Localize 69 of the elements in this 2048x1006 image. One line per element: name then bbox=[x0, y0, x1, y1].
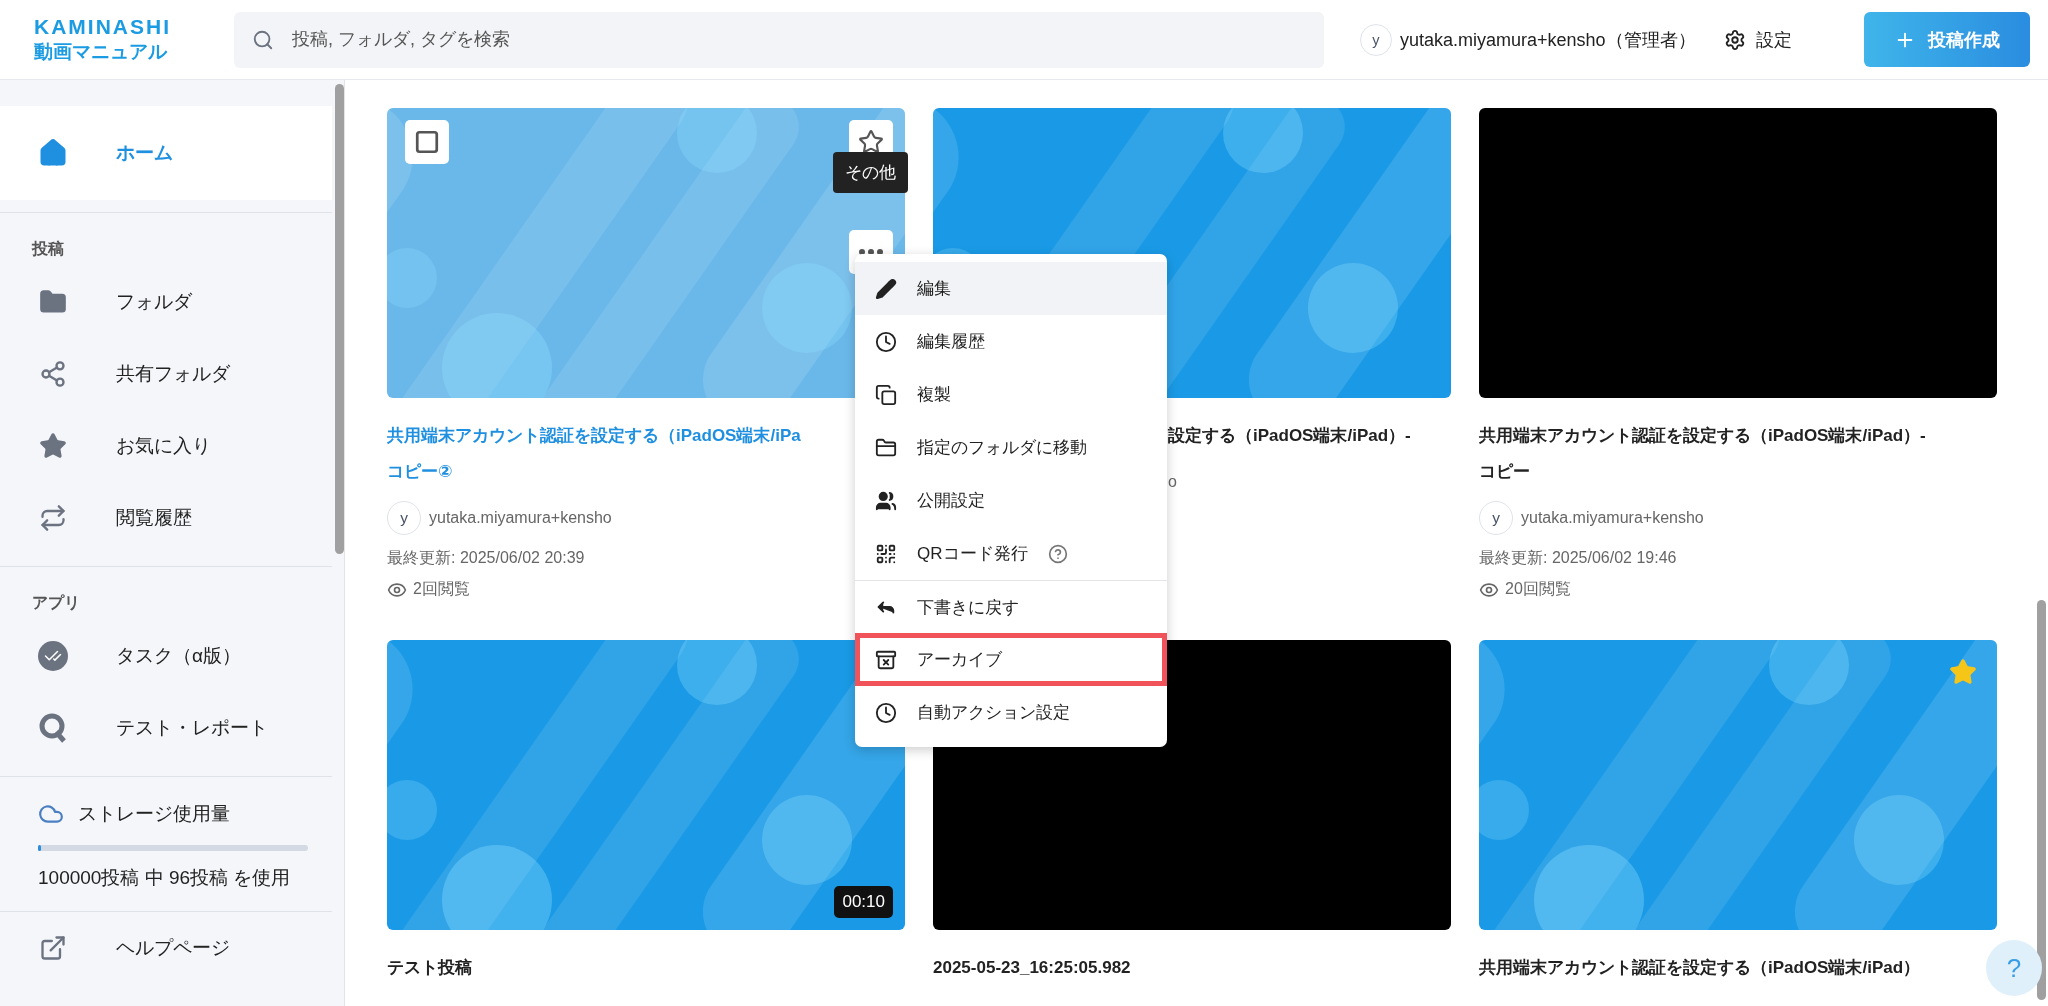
repeat-icon bbox=[39, 504, 67, 532]
post-title[interactable]: 設定する（iPadOS端末/iPad）- bbox=[1168, 418, 1411, 454]
select-checkbox[interactable] bbox=[405, 120, 449, 164]
video-duration: 00:10 bbox=[834, 886, 893, 918]
sidebar-item[interactable]: 閲覧履歴 bbox=[0, 482, 332, 554]
post-title[interactable]: 2025-05-23_16:25:05.982 bbox=[933, 950, 1131, 986]
help-icon[interactable] bbox=[1047, 543, 1068, 564]
storage-label: ストレージ使用量 bbox=[78, 802, 230, 826]
settings-icon bbox=[1723, 28, 1746, 51]
search-field[interactable]: 投稿, フォルダ, タグを検索 bbox=[234, 11, 1324, 68]
author-name: yutaka.miyamura+kensho bbox=[1521, 509, 1704, 527]
scrollbar[interactable] bbox=[2037, 600, 2046, 1000]
home-icon bbox=[38, 138, 68, 168]
external-link-icon bbox=[39, 934, 67, 962]
star-icon bbox=[858, 129, 884, 155]
star-icon bbox=[39, 432, 67, 460]
menu-item[interactable]: 自動アクション設定 bbox=[855, 686, 1167, 739]
empty-square-icon bbox=[414, 129, 440, 155]
menu-item[interactable]: 公開設定 bbox=[855, 474, 1167, 527]
menu-item[interactable]: 編集 bbox=[855, 262, 1167, 315]
menu-item[interactable]: 複製 bbox=[855, 368, 1167, 421]
menu-item[interactable]: アーカイブ bbox=[855, 633, 1167, 686]
view-count-text: 2回閲覧 bbox=[413, 579, 470, 599]
search-input[interactable]: 投稿, フォルダ, タグを検索 bbox=[290, 28, 1306, 51]
pencil-icon bbox=[875, 277, 897, 300]
users-icon bbox=[875, 489, 897, 512]
double-check-icon bbox=[38, 641, 68, 671]
tooltip: その他 bbox=[833, 152, 908, 193]
storage-usage: 100000投稿 中 96投稿 を使用 bbox=[37, 866, 292, 890]
share-icon bbox=[39, 360, 67, 388]
section-title: アプリ bbox=[31, 593, 81, 613]
menu-item[interactable]: QRコード発行 bbox=[855, 527, 1167, 580]
menu-item[interactable]: 指定のフォルダに移動 bbox=[855, 421, 1167, 474]
logo-subtitle: 動画マニュアル bbox=[34, 39, 168, 64]
more-icon bbox=[859, 249, 883, 255]
scrollbar[interactable] bbox=[335, 84, 344, 554]
post-title[interactable]: コピー bbox=[1479, 454, 1530, 490]
author-avatar: y bbox=[1479, 501, 1513, 535]
qr-code-icon bbox=[875, 542, 897, 565]
user-avatar[interactable]: y bbox=[1360, 23, 1392, 56]
updated-date: 最終更新: 2025/06/02 20:39 bbox=[387, 548, 585, 568]
author-name: o bbox=[1168, 473, 1177, 491]
logo-title: KAMINASHI bbox=[34, 14, 172, 39]
view-count-text: 20回閲覧 bbox=[1505, 579, 1571, 599]
author-name: yutaka.miyamura+kensho bbox=[429, 509, 612, 527]
post-title[interactable]: テスト投稿 bbox=[387, 950, 472, 986]
clock-icon bbox=[875, 330, 897, 353]
folder-icon bbox=[39, 288, 67, 316]
post-title[interactable]: 共用端末アカウント認証を設定する（iPadOS端末/iPad） bbox=[1479, 950, 1921, 986]
clock-icon bbox=[875, 701, 897, 724]
sidebar-item[interactable]: タスク（α版） bbox=[0, 620, 332, 692]
author-avatar: y bbox=[387, 501, 421, 535]
sidebar-item[interactable]: 共有フォルダ bbox=[0, 338, 332, 410]
q-letter-icon bbox=[39, 713, 67, 743]
menu-item[interactable]: 編集履歴 bbox=[855, 315, 1167, 368]
post-title[interactable]: 共用端末アカウント認証を設定する（iPadOS端末/iPad）- bbox=[1479, 418, 1926, 454]
archive-icon bbox=[875, 648, 897, 671]
settings-button[interactable]: 設定 bbox=[1717, 26, 1798, 53]
section-title: 投稿 bbox=[30, 239, 65, 259]
sidebar-item[interactable]: テスト・レポート bbox=[0, 692, 332, 764]
copy-icon bbox=[875, 383, 897, 406]
folder-icon bbox=[875, 436, 897, 459]
sidebar-item[interactable]: お気に入り bbox=[0, 410, 332, 482]
updated-date: 最終更新: 2025/06/02 19:46 bbox=[1479, 548, 1677, 568]
help-page-link[interactable]: ヘルプページ bbox=[0, 912, 332, 984]
sidebar-item[interactable]: フォルダ bbox=[0, 266, 332, 338]
search-icon bbox=[252, 28, 274, 51]
menu-item[interactable]: 下書きに戻す bbox=[855, 580, 1167, 633]
user-name: yutaka.miyamura+kensho（管理者） bbox=[1400, 28, 1696, 52]
